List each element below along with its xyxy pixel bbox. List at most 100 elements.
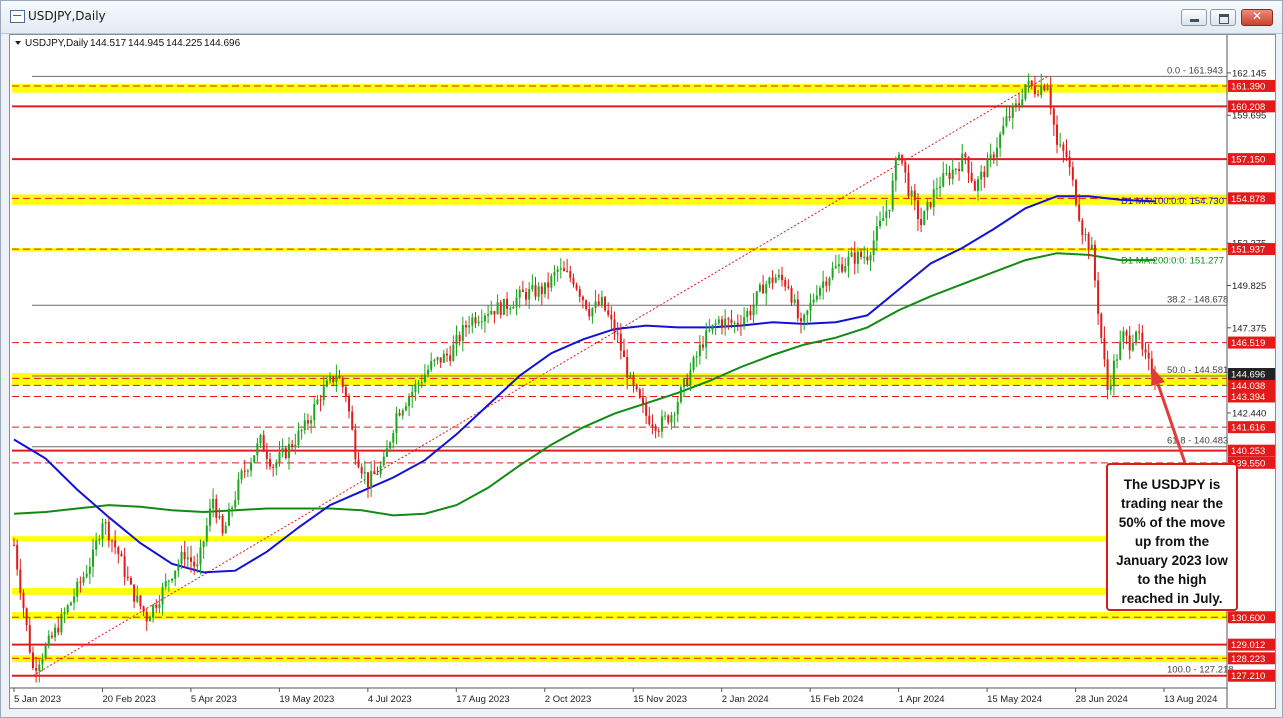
candle-body <box>777 274 780 278</box>
candle-body <box>404 406 407 411</box>
candle-body <box>218 515 221 518</box>
candle-body <box>1097 280 1100 314</box>
candle-body <box>961 153 964 172</box>
level-price-label: 130.600 <box>1231 613 1265 624</box>
candle-body <box>240 470 243 480</box>
candle-body <box>348 395 351 412</box>
candle-body <box>771 277 774 283</box>
candle-body <box>945 172 948 174</box>
candle-body <box>879 220 882 227</box>
candle-body <box>487 314 490 316</box>
candle-body <box>158 604 161 608</box>
level-price-label: 127.210 <box>1231 671 1265 682</box>
candle-body <box>284 448 287 459</box>
candle-body <box>136 595 139 602</box>
chart-area[interactable]: 0.0 - 161.943 38.2 - 148.678 50.0 - 144.58… <box>9 34 1276 709</box>
candle-body <box>689 370 692 386</box>
candle-body <box>208 508 211 526</box>
minimize-button[interactable] <box>1181 9 1207 26</box>
candle-body <box>57 627 60 633</box>
candle-body <box>19 569 22 593</box>
level-price-label: 128.223 <box>1231 654 1265 665</box>
candle-body <box>768 277 771 285</box>
candle-body <box>894 159 897 181</box>
candle-body <box>1081 220 1084 236</box>
candle-body <box>790 288 793 303</box>
candle-body <box>553 271 556 276</box>
candle-body <box>303 420 306 431</box>
level-price-label: 151.937 <box>1231 245 1265 256</box>
candle-body <box>667 415 670 423</box>
symbol-menu-icon[interactable] <box>15 41 21 45</box>
candle-body <box>243 470 246 472</box>
candle-body <box>733 322 736 324</box>
support-resistance-zone <box>12 194 1227 205</box>
candle-body <box>189 557 192 562</box>
chart-window-icon <box>10 10 25 23</box>
candle-body <box>496 302 499 315</box>
candle-body <box>253 455 256 463</box>
candle-body <box>717 319 720 324</box>
candle-body <box>818 287 821 296</box>
candle-body <box>341 378 344 388</box>
candle-body <box>787 286 790 289</box>
price-chart[interactable]: 0.0 - 161.943 38.2 - 148.678 50.0 - 144.58… <box>10 35 1275 708</box>
candle-body <box>591 308 594 317</box>
candle-body <box>202 541 205 548</box>
candle-body <box>825 281 828 286</box>
candle-body <box>863 256 866 258</box>
candle-body <box>458 335 461 342</box>
candle-body <box>291 444 294 448</box>
candle-body <box>1068 157 1071 168</box>
candle-body <box>76 581 79 597</box>
candle-body <box>989 154 992 159</box>
candle-body <box>569 271 572 278</box>
candle-body <box>335 376 338 383</box>
candle-body <box>929 201 932 208</box>
candle-body <box>702 344 705 348</box>
maximize-button[interactable] <box>1210 9 1236 26</box>
candle-body <box>828 278 831 286</box>
support-resistance-zone <box>12 536 1227 542</box>
candle-body <box>354 429 357 460</box>
candle-body <box>607 310 610 315</box>
candle-body <box>1090 244 1093 250</box>
candle-body <box>926 201 929 211</box>
candle-body <box>923 210 926 225</box>
candle-body <box>866 256 869 261</box>
candle-body <box>623 350 626 357</box>
candle-body <box>939 186 942 189</box>
title-bar[interactable]: USDJPY,Daily ✕ <box>1 1 1282 34</box>
candle-body <box>1071 167 1074 181</box>
candle-body <box>408 397 411 407</box>
candle-body <box>114 540 117 548</box>
candle-body <box>411 391 414 398</box>
candle-body <box>543 282 546 295</box>
candle-body <box>875 226 878 241</box>
candle-body <box>964 153 967 158</box>
candle-body <box>366 472 369 488</box>
candle-body <box>363 472 366 474</box>
candle-body <box>907 172 910 197</box>
candle-body <box>31 652 34 669</box>
candle-body <box>1119 341 1122 360</box>
candle-body <box>1138 331 1141 333</box>
candle-body <box>370 471 373 488</box>
candle-body <box>392 433 395 443</box>
candle-body <box>193 561 196 567</box>
candle-body <box>129 578 132 585</box>
candle-body <box>809 302 812 311</box>
candle-body <box>588 308 591 317</box>
window-title: USDJPY,Daily <box>28 9 106 23</box>
candle-body <box>986 158 989 178</box>
candle-body <box>275 462 278 468</box>
x-tick-label: 15 Nov 2023 <box>633 694 687 705</box>
candle-body <box>25 608 28 626</box>
candle-body <box>705 330 708 348</box>
candle-body <box>834 266 837 268</box>
ohlc-high: 144.945 <box>128 38 165 49</box>
candle-body <box>1084 233 1087 236</box>
candle-body <box>95 540 98 550</box>
candle-body <box>512 306 515 309</box>
close-button[interactable]: ✕ <box>1241 9 1273 26</box>
